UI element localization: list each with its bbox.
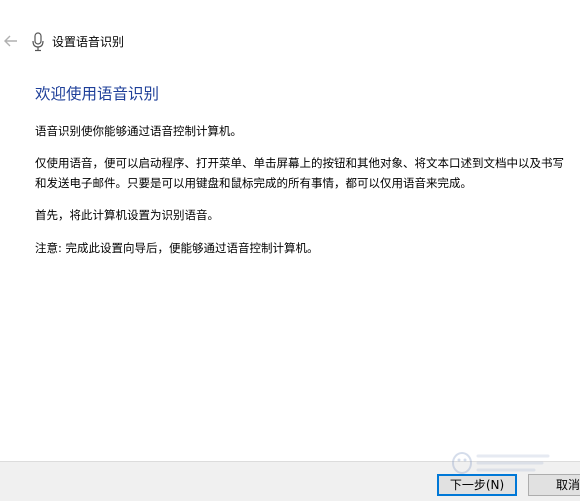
page-heading: 欢迎使用语音识别 bbox=[35, 85, 160, 103]
wizard-title: 设置语音识别 bbox=[52, 35, 125, 49]
intro-paragraph: 语音识别使你能够通过语音控制计算机。 bbox=[35, 124, 242, 138]
note-paragraph: 注意: 完成此设置向导后，便能够通过语音控制计算机。 bbox=[35, 241, 319, 255]
speech-setup-window: 设置语音识别 欢迎使用语音识别 语音识别使你能够通过语音控制计算机。 仅使用语音… bbox=[0, 0, 580, 501]
description-paragraph: 仅使用语音，便可以启动程序、打开菜单、单击屏幕上的按钮和其他对象、将文本口述到文… bbox=[35, 156, 564, 190]
arrow-left-icon bbox=[4, 35, 17, 47]
next-button[interactable]: 下一步(N) bbox=[437, 474, 517, 496]
back-button[interactable] bbox=[2, 32, 20, 50]
wizard-header: 设置语音识别 bbox=[0, 30, 580, 54]
first-step-paragraph: 首先，将此计算机设置为识别语音。 bbox=[35, 208, 219, 222]
wizard-footer: 下一步(N) 取消 bbox=[0, 461, 580, 501]
cancel-button[interactable]: 取消 bbox=[528, 474, 580, 496]
microphone-icon bbox=[32, 32, 44, 52]
